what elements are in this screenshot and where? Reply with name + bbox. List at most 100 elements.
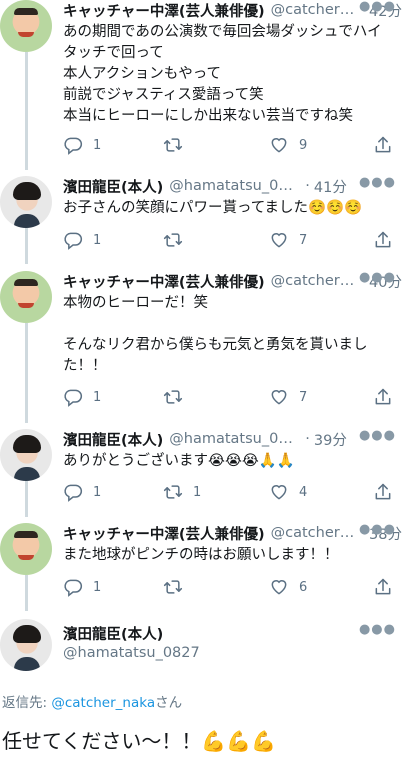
retweet-icon — [163, 485, 183, 499]
author-name[interactable]: 濱田龍臣(本人) — [63, 623, 163, 643]
retweet-count: 1 — [193, 484, 202, 500]
author-handle[interactable]: @catcher_naka — [271, 273, 357, 289]
tweet-header: 濱田龍臣(本人) @hamatatsu_0827 · 39分 — [63, 429, 402, 449]
share-icon — [375, 388, 391, 405]
retweet-button[interactable]: 1 — [163, 481, 201, 503]
reply-button[interactable]: 1 — [63, 386, 101, 408]
focused-tweet[interactable]: 濱田龍臣(本人) ●●● @hamatatsu_0827 — [0, 619, 402, 671]
avatar[interactable] — [0, 523, 52, 575]
tweet[interactable]: キャッチャー中澤(芸人兼俳優) @catcher_naka · 42分 ●●● … — [0, 0, 402, 170]
author-name[interactable]: キャッチャー中澤(芸人兼俳優) — [63, 271, 265, 291]
more-icon[interactable]: ●●● — [359, 622, 396, 637]
retweet-button[interactable] — [163, 386, 193, 408]
like-count: 7 — [299, 232, 308, 248]
reply-count: 1 — [93, 484, 102, 500]
like-button[interactable]: 7 — [269, 386, 307, 408]
tweet-header: 濱田龍臣(本人) @hamatatsu_0827 · 41分 — [63, 176, 402, 196]
retweet-button[interactable] — [163, 229, 193, 251]
tweet-text: お子さんの笑顔にパワー貰ってました☺️☺️☺️ — [63, 200, 363, 216]
reply-icon — [64, 137, 83, 155]
like-count: 7 — [299, 389, 308, 405]
reply-icon — [64, 389, 83, 407]
tweet-text: あの期間であの公演数で毎回会場ダッシュでハイタッチで回って 本人アクションもやっ… — [63, 24, 382, 124]
tweet-actions: 1 9 — [63, 134, 393, 156]
tweet-header: 濱田龍臣(本人) — [63, 623, 402, 643]
reply-button[interactable]: 1 — [63, 229, 101, 251]
replying-to: 返信先: @catcher_nakaさん — [2, 691, 182, 711]
reply-icon — [64, 579, 83, 597]
share-icon — [375, 578, 391, 595]
like-button[interactable]: 4 — [269, 481, 307, 503]
reply-button[interactable]: 1 — [63, 134, 101, 156]
retweet-button[interactable] — [163, 576, 193, 598]
avatar[interactable] — [0, 271, 52, 323]
tweet-header: キャッチャー中澤(芸人兼俳優) @catcher_naka · 40分 — [63, 271, 402, 291]
author-name[interactable]: 濱田龍臣(本人) — [63, 429, 163, 449]
reply-button[interactable]: 1 — [63, 481, 101, 503]
share-button[interactable] — [373, 229, 393, 251]
author-handle[interactable]: @hamatatsu_0827 — [169, 178, 301, 194]
share-icon — [375, 483, 391, 500]
tweet-text: ありがとうございます😭😭😭🙏🙏 — [63, 453, 295, 469]
more-icon[interactable]: ●●● — [359, 522, 396, 537]
reply-icon — [64, 232, 83, 250]
share-button[interactable] — [373, 134, 393, 156]
like-button[interactable]: 7 — [269, 229, 307, 251]
separator-dot: · — [305, 431, 310, 447]
like-icon — [271, 138, 287, 153]
like-button[interactable]: 9 — [269, 134, 307, 156]
author-handle[interactable]: @hamatatsu_0827 — [169, 431, 301, 447]
author-name[interactable]: キャッチャー中澤(芸人兼俳優) — [63, 0, 265, 20]
like-button[interactable]: 6 — [269, 576, 307, 598]
timestamp[interactable]: 39分 — [314, 429, 347, 449]
mention-link[interactable]: @catcher_naka — [51, 695, 155, 711]
like-icon — [271, 390, 287, 405]
tweet-header: キャッチャー中澤(芸人兼俳優) @catcher_naka · 42分 — [63, 0, 402, 20]
reply-count: 1 — [93, 137, 102, 153]
like-count: 9 — [299, 137, 308, 153]
tweet[interactable]: 濱田龍臣(本人) @hamatatsu_0827 · 39分 ●●● ありがとう… — [0, 428, 402, 517]
reply-button[interactable]: 1 — [63, 576, 101, 598]
tweet[interactable]: キャッチャー中澤(芸人兼俳優) @catcher_naka · 40分 ●●● … — [0, 270, 402, 423]
reply-count: 1 — [93, 232, 102, 248]
author-handle[interactable]: @catcher_naka — [271, 525, 357, 541]
focused-tweet-text: 任せてください〜！！💪💪💪 — [2, 729, 277, 753]
retweet-icon — [163, 233, 183, 247]
author-handle[interactable]: @catcher_naka — [271, 2, 357, 18]
share-button[interactable] — [373, 576, 393, 598]
avatar[interactable] — [0, 619, 52, 671]
timestamp[interactable]: 41分 — [314, 176, 347, 196]
more-icon[interactable]: ●●● — [359, 428, 396, 443]
author-name[interactable]: 濱田龍臣(本人) — [63, 176, 163, 196]
tweet[interactable]: 濱田龍臣(本人) @hamatatsu_0827 · 41分 ●●● お子さんの… — [0, 175, 402, 264]
like-count: 6 — [299, 579, 308, 595]
avatar[interactable] — [0, 176, 52, 228]
tweet-text: また地球がピンチの時はお願いします！！ — [63, 547, 339, 563]
tweet-actions: 1 7 — [63, 229, 393, 251]
more-icon[interactable]: ●●● — [359, 0, 396, 14]
retweet-icon — [163, 390, 183, 404]
share-icon — [375, 231, 391, 248]
like-icon — [271, 580, 287, 595]
share-icon — [375, 136, 391, 153]
tweet-actions: 1 6 — [63, 576, 393, 598]
author-name[interactable]: キャッチャー中澤(芸人兼俳優) — [63, 523, 265, 543]
more-icon[interactable]: ●●● — [359, 270, 396, 285]
retweet-icon — [163, 138, 183, 152]
reply-icon — [64, 484, 83, 502]
like-icon — [271, 485, 287, 500]
avatar[interactable] — [0, 0, 52, 52]
more-icon[interactable]: ●●● — [359, 175, 396, 190]
share-button[interactable] — [373, 386, 393, 408]
retweet-icon — [163, 580, 183, 594]
tweet[interactable]: キャッチャー中澤(芸人兼俳優) @catcher_naka · 38分 ●●● … — [0, 522, 402, 611]
reply-count: 1 — [93, 389, 102, 405]
avatar[interactable] — [0, 429, 52, 481]
author-handle[interactable]: @hamatatsu_0827 — [63, 645, 200, 661]
retweet-button[interactable] — [163, 134, 193, 156]
replying-prefix: 返信先: — [2, 695, 52, 711]
like-count: 4 — [299, 484, 308, 500]
replying-suffix: さん — [155, 695, 183, 711]
separator-dot: · — [305, 178, 310, 194]
share-button[interactable] — [373, 481, 393, 503]
